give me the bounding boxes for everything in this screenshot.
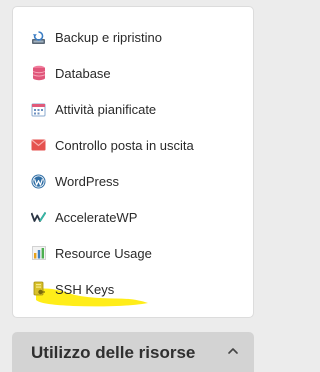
menu-item-scheduled-tasks[interactable]: Attività pianificate [31,97,156,121]
database-icon [31,65,46,81]
menu-item-backup[interactable]: Backup e ripristino [31,25,162,49]
chevron-up-icon[interactable] [226,344,240,358]
menu-item-resource-usage[interactable]: Resource Usage [31,241,152,265]
menu-item-outgoing-mail[interactable]: Controllo posta in uscita [31,133,194,157]
acceleratewp-icon [31,209,46,225]
menu-item-label: Database [55,65,111,81]
menu-item-label: WordPress [55,173,120,189]
resources-panel-title: Utilizzo delle risorse [31,343,196,362]
resources-panel: Utilizzo delle risorse [12,332,254,372]
ssh-key-icon [31,281,46,297]
mail-icon [31,137,46,153]
menu-item-label: Attività pianificate [55,101,157,117]
menu-item-wordpress[interactable]: WordPress [31,169,119,193]
menu-item-label: Controllo posta in uscita [55,137,194,153]
tools-menu-card: Backup e ripristino Database Attività pi… [12,6,254,318]
wordpress-icon [31,173,46,189]
bar-chart-icon [31,245,46,261]
menu-item-label: SSH Keys [55,281,115,297]
menu-item-ssh-keys[interactable]: SSH Keys [31,277,114,301]
menu-item-label: Backup e ripristino [55,29,162,45]
menu-item-database[interactable]: Database [31,61,111,85]
menu-item-label: Resource Usage [55,245,152,261]
menu-item-label: AccelerateWP [55,209,138,225]
backup-restore-icon [31,29,46,45]
menu-item-acceleratewp[interactable]: AccelerateWP [31,205,137,229]
calendar-icon [31,101,46,117]
